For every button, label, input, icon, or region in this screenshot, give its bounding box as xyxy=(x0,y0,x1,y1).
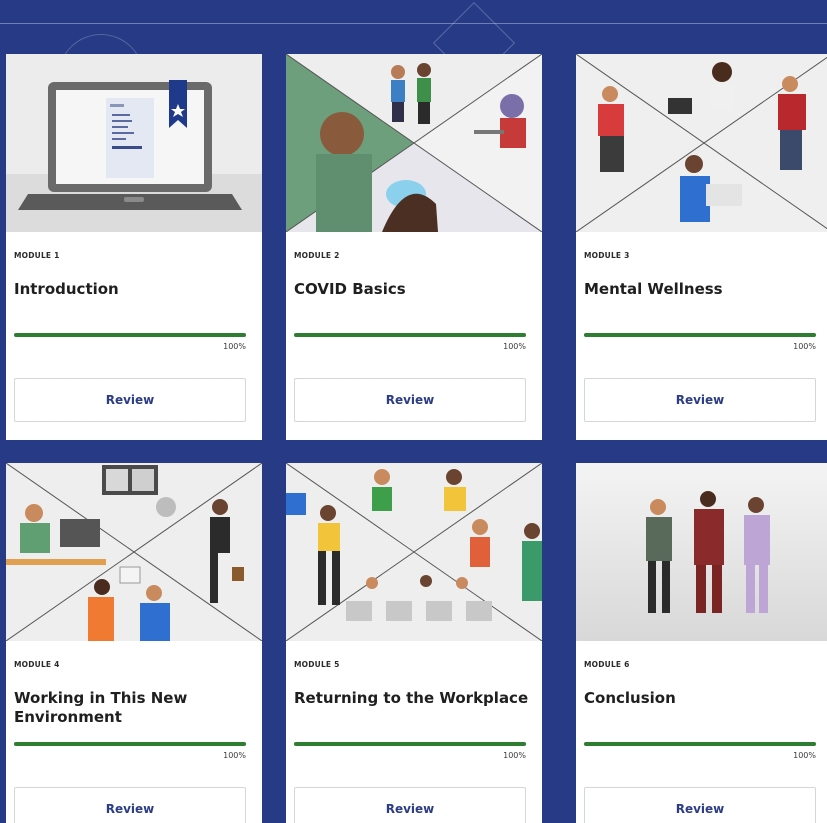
progress-percent: 100% xyxy=(793,751,816,760)
module-label: MODULE 1 xyxy=(14,251,60,260)
progress-bar xyxy=(584,742,816,746)
review-button[interactable]: Review xyxy=(294,787,526,823)
module-card-2: MODULE 2 COVID Basics 100% Review xyxy=(286,54,542,440)
progress-fill xyxy=(294,742,526,746)
module-title: Mental Wellness xyxy=(584,280,723,298)
progress-fill xyxy=(584,333,816,337)
progress-percent: 100% xyxy=(793,342,816,351)
module-5-image xyxy=(286,463,542,641)
module-card-3: MODULE 3 Mental Wellness 100% Review xyxy=(576,54,827,440)
progress-percent: 100% xyxy=(223,342,246,351)
progress-bar xyxy=(294,742,526,746)
module-card-1: MODULE 1 Introduction 100% Review xyxy=(6,54,262,440)
module-title: Returning to the Workplace xyxy=(294,689,529,707)
module-label: MODULE 2 xyxy=(294,251,340,260)
module-label: MODULE 4 xyxy=(14,660,60,669)
review-button[interactable]: Review xyxy=(14,787,246,823)
progress-percent: 100% xyxy=(223,751,246,760)
progress-percent: 100% xyxy=(503,342,526,351)
module-4-image xyxy=(6,463,262,641)
module-label: MODULE 3 xyxy=(584,251,630,260)
module-6-image xyxy=(576,463,827,641)
module-1-image xyxy=(6,54,262,232)
module-2-image xyxy=(286,54,542,232)
review-button[interactable]: Review xyxy=(14,378,246,422)
progress-fill xyxy=(14,333,246,337)
progress-bar xyxy=(584,333,816,337)
progress-percent: 100% xyxy=(503,751,526,760)
progress-fill xyxy=(14,742,246,746)
module-title: Introduction xyxy=(14,280,119,298)
progress-fill xyxy=(584,742,816,746)
review-button[interactable]: Review xyxy=(294,378,526,422)
module-card-5: MODULE 5 Returning to the Workplace 100%… xyxy=(286,463,542,823)
module-card-4: MODULE 4 Working in This New Environment… xyxy=(6,463,262,823)
module-card-6: MODULE 6 Conclusion 100% Review xyxy=(576,463,827,823)
module-title: Conclusion xyxy=(584,689,676,707)
review-button[interactable]: Review xyxy=(584,787,816,823)
progress-fill xyxy=(294,333,526,337)
module-title: Working in This New Environment xyxy=(14,689,188,726)
module-label: MODULE 5 xyxy=(294,660,340,669)
progress-bar xyxy=(14,333,246,337)
module-label: MODULE 6 xyxy=(584,660,630,669)
review-button[interactable]: Review xyxy=(584,378,816,422)
header-divider xyxy=(0,23,827,24)
progress-bar xyxy=(294,333,526,337)
module-3-image xyxy=(576,54,827,232)
module-title: COVID Basics xyxy=(294,280,406,298)
progress-bar xyxy=(14,742,246,746)
